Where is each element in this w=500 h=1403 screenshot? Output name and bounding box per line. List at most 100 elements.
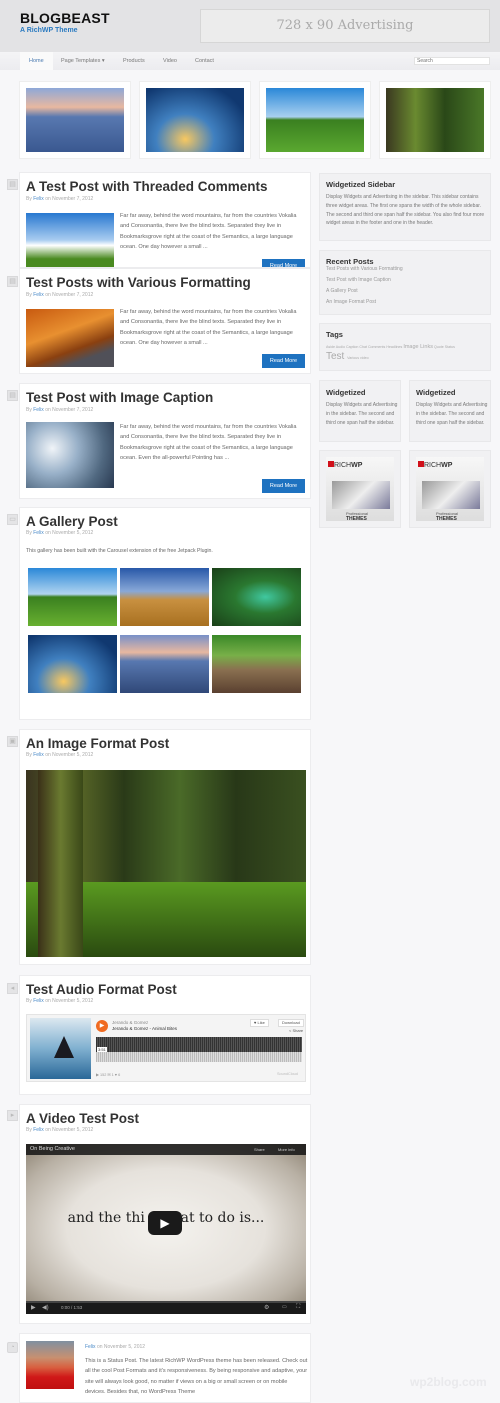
gallery-image[interactable] bbox=[212, 568, 301, 626]
gallery-image[interactable] bbox=[28, 568, 117, 626]
settings-icon[interactable]: ⚙ bbox=[264, 1304, 269, 1311]
widget-text: Display Widgets and Advertising in the s… bbox=[326, 194, 485, 227]
gallery-image[interactable] bbox=[28, 635, 117, 693]
tag-link[interactable]: Aside Audio Caption Chat Comments Headli… bbox=[326, 345, 402, 349]
gallery-image[interactable] bbox=[212, 635, 301, 693]
tag-link[interactable]: Test bbox=[326, 351, 344, 362]
search-input[interactable] bbox=[414, 57, 490, 65]
nav-page-templates[interactable]: Page Templates ▾ bbox=[61, 52, 105, 70]
fullscreen-icon[interactable]: ⛶ bbox=[296, 1304, 300, 1311]
post-title[interactable]: Test Posts with Various Formatting bbox=[26, 275, 251, 290]
site-header: BLOGBEAST A RichWP Theme 728 x 90 Advert… bbox=[0, 0, 500, 52]
site-logo[interactable]: BLOGBEAST bbox=[20, 10, 110, 26]
featured-thumb[interactable] bbox=[139, 81, 251, 159]
read-more-button[interactable]: Read More bbox=[262, 259, 305, 267]
play-icon[interactable]: ▶ bbox=[31, 1304, 36, 1311]
video-play-button[interactable]: ▶ bbox=[148, 1211, 182, 1235]
status-text: This is a Status Post. The latest RichWP… bbox=[85, 1358, 308, 1396]
post-thumbnail[interactable] bbox=[26, 422, 114, 488]
ad-screenshot bbox=[422, 481, 480, 509]
recent-post-link[interactable]: Test Posts with Various Formatting bbox=[326, 266, 403, 272]
standard-format-icon: ▤ bbox=[7, 390, 18, 401]
post-meta: By Felix on November 7, 2012 bbox=[26, 196, 94, 202]
post-title[interactable]: An Image Format Post bbox=[26, 736, 169, 751]
post-thumbnail[interactable] bbox=[26, 309, 114, 367]
play-count: ▶ 152 ✉ 1 ♥ 6 bbox=[96, 1073, 121, 1077]
widget-half: Widgetized Display Widgets and Advertisi… bbox=[319, 380, 401, 442]
waveform[interactable] bbox=[96, 1037, 302, 1052]
widget-text: Display Widgets and Advertising in the s… bbox=[326, 402, 398, 426]
video-player[interactable]: On Being Creative Share More info and th… bbox=[26, 1144, 306, 1314]
elapsed-time: 3:51 bbox=[97, 1047, 107, 1052]
volume-icon[interactable]: ◀) bbox=[42, 1304, 49, 1311]
widget-text: Display Widgets and Advertising in the s… bbox=[416, 402, 488, 426]
post-card: A Video Test Post By Felix on November 5… bbox=[19, 1104, 311, 1324]
featured-image-field bbox=[266, 88, 364, 152]
post-card: Test Audio Format Post By Felix on Novem… bbox=[19, 975, 311, 1095]
recent-post-link[interactable]: Test Post with Image Caption bbox=[326, 277, 391, 283]
gallery-image[interactable] bbox=[120, 568, 209, 626]
richwp-logo: RICHWP bbox=[328, 461, 362, 469]
audio-format-icon: ◂ bbox=[7, 983, 18, 994]
post-meta: By Felix on November 5, 2012 bbox=[26, 530, 94, 536]
recent-post-link[interactable]: An Image Format Post bbox=[326, 299, 376, 305]
site-tagline: A RichWP Theme bbox=[20, 27, 78, 34]
standard-format-icon: ▤ bbox=[7, 179, 18, 190]
tag-link[interactable]: Various video bbox=[347, 356, 369, 360]
widget-half: Widgetized Display Widgets and Advertisi… bbox=[409, 380, 491, 442]
post-title[interactable]: A Video Test Post bbox=[26, 1111, 139, 1126]
widget-title: Widgetized bbox=[326, 388, 366, 397]
recent-post-link[interactable]: A Gallery Post bbox=[326, 288, 358, 294]
nav-contact[interactable]: Contact bbox=[195, 52, 214, 70]
post-title[interactable]: A Gallery Post bbox=[26, 514, 118, 529]
post-title[interactable]: A Test Post with Threaded Comments bbox=[26, 179, 268, 194]
post-card: A Test Post with Threaded Comments By Fe… bbox=[19, 172, 311, 268]
watermark: wp2blog.com bbox=[410, 1375, 487, 1389]
author-avatar[interactable] bbox=[26, 1341, 74, 1389]
post-excerpt: Far far away, behind the word mountains,… bbox=[120, 424, 297, 462]
like-button[interactable]: ♥ Like bbox=[250, 1019, 269, 1027]
post-title[interactable]: Test Audio Format Post bbox=[26, 982, 177, 997]
video-more-info[interactable]: More info bbox=[278, 1147, 295, 1152]
post-card: Felix on November 5, 2012 This is a Stat… bbox=[19, 1333, 311, 1403]
post-card: An Image Format Post By Felix on Novembe… bbox=[19, 729, 311, 965]
widget-recent-posts: Recent Posts Test Posts with Various For… bbox=[319, 250, 491, 315]
track-title[interactable]: Jerando & Gomez - Animal Bites bbox=[112, 1026, 177, 1031]
gallery-image[interactable] bbox=[120, 635, 209, 693]
nav-video[interactable]: Video bbox=[163, 52, 177, 70]
gallery-format-icon: ▭ bbox=[7, 514, 18, 525]
post-card: A Gallery Post By Felix on November 5, 2… bbox=[19, 507, 311, 720]
track-artist[interactable]: Jerando & Gomez bbox=[112, 1020, 148, 1025]
sidebar-ad[interactable]: RICHWP Professional THEMES bbox=[319, 450, 401, 528]
video-controls: ▶ ◀) 0:00 / 1:53 ⚙ ▭ ⛶ bbox=[26, 1301, 306, 1314]
waveform-reflection bbox=[96, 1052, 302, 1062]
header-ad-banner[interactable]: 728 x 90 Advertising bbox=[200, 9, 490, 43]
read-more-button[interactable]: Read More bbox=[262, 354, 305, 368]
post-image[interactable] bbox=[26, 770, 306, 957]
tag-link[interactable]: Image Links bbox=[403, 344, 433, 350]
video-share[interactable]: Share bbox=[254, 1147, 265, 1152]
featured-thumb[interactable] bbox=[379, 81, 491, 159]
nav-products[interactable]: Products bbox=[123, 52, 145, 70]
featured-thumb[interactable] bbox=[259, 81, 371, 159]
video-format-icon: ▸ bbox=[7, 1110, 18, 1121]
tag-cloud: Aside Audio Caption Chat Comments Headli… bbox=[326, 344, 455, 350]
post-thumbnail[interactable] bbox=[26, 213, 114, 267]
tag-link[interactable]: Quote Status bbox=[434, 345, 455, 349]
youtube-logo[interactable]: ▭ bbox=[282, 1304, 287, 1310]
download-button[interactable]: Download bbox=[278, 1019, 304, 1027]
video-time: 0:00 / 1:53 bbox=[61, 1305, 83, 1310]
featured-thumb[interactable] bbox=[19, 81, 131, 159]
video-progress[interactable] bbox=[26, 1301, 306, 1303]
post-meta: By Felix on November 5, 2012 bbox=[26, 1127, 94, 1133]
read-more-button[interactable]: Read More bbox=[262, 479, 305, 493]
share-button[interactable]: < Share bbox=[289, 1028, 303, 1033]
soundcloud-logo[interactable]: SoundCloud bbox=[277, 1072, 298, 1076]
play-button[interactable]: ▶ bbox=[96, 1020, 108, 1032]
status-format-icon: ◔ bbox=[7, 1342, 18, 1353]
featured-image-sunset bbox=[146, 88, 244, 152]
nav-home[interactable]: Home bbox=[20, 52, 53, 70]
sidebar-ad[interactable]: RICHWP Professional THEMES bbox=[409, 450, 491, 528]
post-title[interactable]: Test Post with Image Caption bbox=[26, 390, 213, 405]
video-title[interactable]: On Being Creative bbox=[30, 1146, 75, 1152]
